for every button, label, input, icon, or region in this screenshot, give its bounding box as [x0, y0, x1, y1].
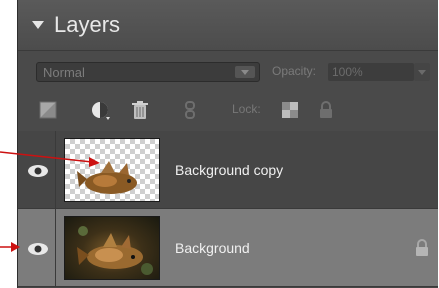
lock-transparency-icon[interactable]	[280, 100, 300, 120]
fish-thumbnail-icon	[77, 161, 137, 194]
layers-panel: Layers Normal Opacity: 100% Lock: Backgr…	[17, 0, 438, 288]
layer-thumbnail[interactable]	[64, 138, 160, 202]
lock-icon	[416, 239, 428, 256]
opacity-label: Opacity:	[272, 64, 317, 78]
layer-thumbnail[interactable]	[64, 216, 160, 280]
layer-name: Background copy	[175, 162, 284, 178]
eye-icon[interactable]	[27, 242, 49, 256]
chevron-down-icon[interactable]	[235, 66, 255, 78]
panel-title-bar: Layers	[18, 0, 438, 51]
visibility-toggle[interactable]	[18, 209, 56, 286]
trash-icon[interactable]	[130, 100, 150, 120]
opacity-field[interactable]: 100%	[328, 63, 414, 81]
blend-mode-value: Normal	[43, 65, 85, 80]
panel-title: Layers	[54, 12, 121, 37]
collapse-triangle-icon[interactable]	[32, 21, 44, 29]
adjustment-layer-icon[interactable]	[90, 100, 110, 120]
lock-all-icon[interactable]	[316, 100, 336, 120]
blend-options-row: Normal Opacity: 100%	[18, 56, 438, 90]
blend-mode-select[interactable]: Normal	[36, 62, 260, 82]
new-layer-icon[interactable]	[38, 100, 58, 120]
layers-toolbar: Lock:	[18, 92, 438, 128]
lock-label: Lock:	[232, 102, 261, 116]
layer-row-background[interactable]: Background	[18, 209, 438, 287]
eye-icon[interactable]	[27, 164, 49, 178]
visibility-toggle[interactable]	[18, 131, 56, 208]
layers-list: Background copy Background	[18, 131, 438, 288]
layer-name: Background	[175, 240, 250, 256]
opacity-chevron-icon[interactable]	[414, 63, 430, 81]
link-icon[interactable]	[180, 100, 200, 120]
layer-row-background-copy[interactable]: Background copy	[18, 131, 438, 209]
fish-photo-icon	[77, 226, 153, 275]
